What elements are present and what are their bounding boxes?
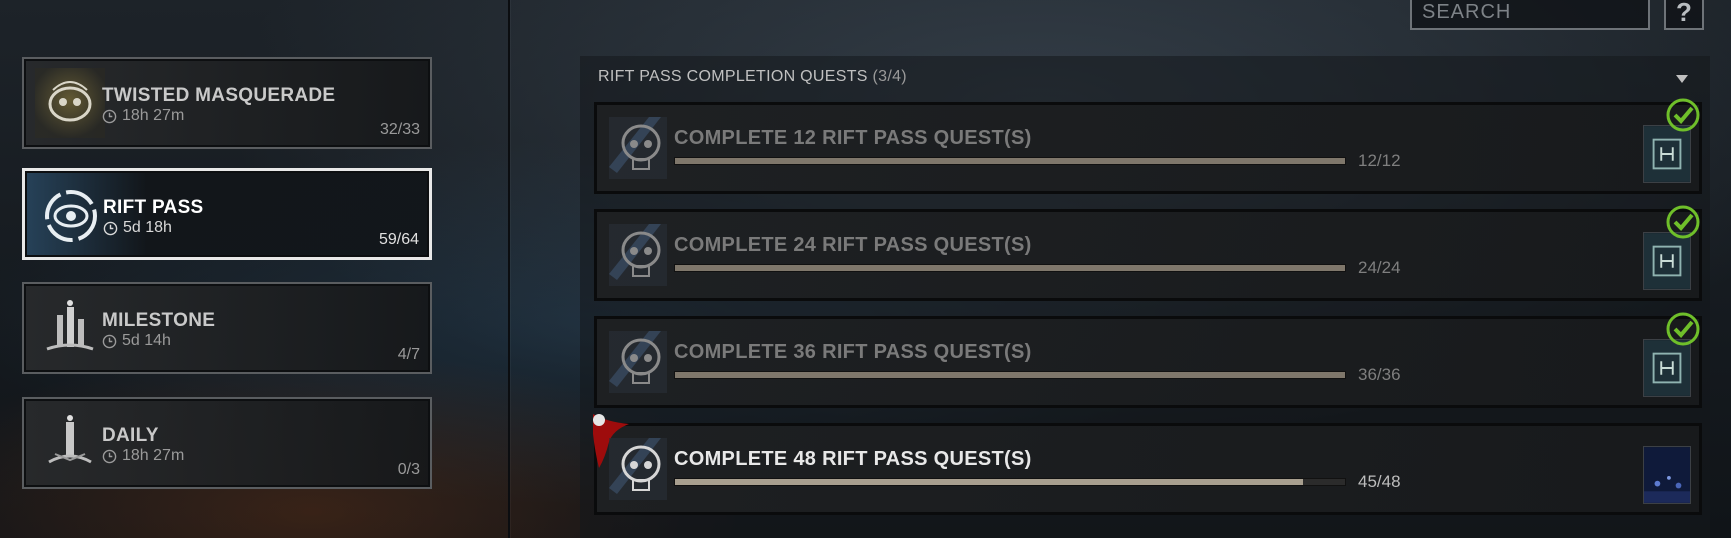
- banner-reward-icon[interactable]: [1643, 446, 1691, 504]
- quest-progress-fill: [675, 265, 1345, 271]
- clock-icon: [102, 449, 117, 463]
- skull-icon: [609, 331, 667, 393]
- category-timer: 18h 27m: [102, 107, 184, 125]
- timer-text: 5d 18h: [123, 219, 172, 236]
- clock-icon: [102, 109, 117, 123]
- quest-panel: RIFT PASS COMPLETION QUESTS (3/4) COMPLE…: [580, 56, 1710, 538]
- skull-icon: [609, 117, 667, 179]
- check-icon: [1666, 98, 1700, 132]
- search-input[interactable]: [1422, 0, 1687, 24]
- quest-progress-bar: [674, 371, 1346, 379]
- category-count: 0/3: [397, 461, 420, 478]
- category-timer: 5d 18h: [103, 219, 172, 237]
- charm-reward-icon[interactable]: [1643, 125, 1691, 183]
- quest-title: COMPLETE 48 RIFT PASS QUEST(S): [674, 448, 1032, 470]
- category-timer: 18h 27m: [102, 447, 184, 465]
- panel-divider: [508, 0, 510, 538]
- quest-count: 45/48: [1358, 472, 1401, 491]
- timer-text: 5d 14h: [122, 332, 171, 349]
- rift-eye-icon: [29, 175, 113, 255]
- timer-text: 18h 27m: [122, 107, 185, 124]
- category-title: DAILY: [102, 425, 159, 446]
- quest-title: COMPLETE 12 RIFT PASS QUEST(S): [674, 127, 1032, 149]
- collapse-icon[interactable]: [1676, 74, 1688, 84]
- category-count: 4/7: [397, 346, 420, 363]
- mask-icon: [28, 63, 112, 143]
- category-twisted-masquerade[interactable]: TWISTED MASQUERADE 18h 27m 32/33: [22, 57, 432, 149]
- quest-row[interactable]: COMPLETE 24 RIFT PASS QUEST(S) 24/24: [594, 205, 1702, 301]
- help-button[interactable]: ?: [1664, 0, 1704, 30]
- category-count: 59/64: [378, 231, 419, 248]
- category-count: 32/33: [379, 121, 420, 138]
- quest-row[interactable]: COMPLETE 36 RIFT PASS QUEST(S) 36/36: [594, 312, 1702, 408]
- clock-icon: [103, 221, 118, 235]
- quest-title: COMPLETE 24 RIFT PASS QUEST(S): [674, 234, 1032, 256]
- quest-title: COMPLETE 36 RIFT PASS QUEST(S): [674, 341, 1032, 363]
- candle-icon: [28, 403, 112, 483]
- quest-count: 24/24: [1358, 258, 1401, 277]
- section-progress: (3/4): [872, 68, 907, 85]
- quest-row[interactable]: COMPLETE 12 RIFT PASS QUEST(S) 12/12: [594, 98, 1702, 194]
- category-daily[interactable]: DAILY 18h 27m 0/3: [22, 397, 432, 489]
- category-rift-pass[interactable]: RIFT PASS 5d 18h 59/64: [22, 168, 432, 260]
- quest-progress-bar: [674, 264, 1346, 272]
- timer-text: 18h 27m: [122, 447, 185, 464]
- charm-reward-icon[interactable]: [1643, 339, 1691, 397]
- check-icon: [1666, 312, 1700, 346]
- charm-reward-icon[interactable]: [1643, 232, 1691, 290]
- category-milestone[interactable]: MILESTONE 5d 14h 4/7: [22, 282, 432, 374]
- category-title: MILESTONE: [102, 310, 216, 331]
- check-icon: [1666, 205, 1700, 239]
- category-timer: 5d 14h: [102, 332, 171, 350]
- section-header[interactable]: RIFT PASS COMPLETION QUESTS (3/4): [598, 68, 907, 86]
- skull-icon: [609, 224, 667, 286]
- clock-icon: [102, 334, 117, 348]
- category-title: RIFT PASS: [103, 197, 204, 218]
- quest-progress-fill: [675, 479, 1304, 485]
- search-box[interactable]: [1410, 0, 1687, 30]
- quest-progress-bar: [674, 157, 1346, 165]
- quest-progress-bar: [674, 478, 1346, 486]
- quest-progress-fill: [675, 158, 1345, 164]
- quest-progress-fill: [675, 372, 1345, 378]
- candles-icon: [28, 288, 112, 368]
- category-title: TWISTED MASQUERADE: [102, 85, 336, 106]
- quest-count: 36/36: [1358, 365, 1401, 384]
- skull-icon: [609, 438, 667, 500]
- quest-row[interactable]: COMPLETE 48 RIFT PASS QUEST(S) 45/48: [593, 414, 1702, 515]
- section-title: RIFT PASS COMPLETION QUESTS: [598, 68, 868, 85]
- quest-count: 12/12: [1358, 151, 1401, 170]
